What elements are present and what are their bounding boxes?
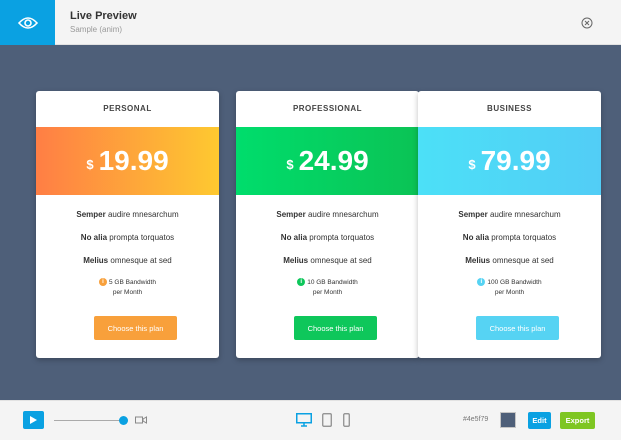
eye-icon bbox=[17, 16, 38, 29]
feature-keyword: No alia bbox=[80, 233, 108, 242]
background-color-hex: #4e5f79 bbox=[463, 416, 489, 423]
eye-button[interactable] bbox=[0, 0, 55, 45]
export-button[interactable]: Export bbox=[560, 412, 595, 429]
info-icon: i bbox=[297, 278, 306, 287]
bandwidth-period: per Month bbox=[494, 289, 525, 296]
timeline-handle[interactable] bbox=[119, 416, 128, 425]
bandwidth-info: i 10 GB Bandwidth per Month bbox=[236, 278, 419, 298]
price-banner: $19.99 bbox=[36, 127, 219, 195]
feature-text: prompta torquatos bbox=[107, 233, 175, 242]
plan-feature: Melius omnesque at sed bbox=[236, 256, 419, 265]
plan-feature: No alia prompta torquatos bbox=[418, 233, 601, 242]
bandwidth-amount: 100 GB Bandwidth bbox=[487, 279, 542, 286]
feature-text: omnesque at sed bbox=[308, 256, 372, 265]
choose-plan-button[interactable]: Choose this plan bbox=[94, 316, 177, 340]
bandwidth-amount: 5 GB Bandwidth bbox=[109, 279, 156, 286]
preview-toolbar: #4e5f79 Edit Export bbox=[0, 400, 621, 440]
header-subtitle: Sample (anim) bbox=[70, 25, 123, 34]
price-currency: $ bbox=[86, 156, 94, 172]
feature-keyword: Semper bbox=[458, 210, 488, 219]
info-icon: i bbox=[99, 278, 107, 287]
feature-keyword: No alia bbox=[280, 233, 308, 242]
price-currency: $ bbox=[468, 156, 476, 172]
phone-icon[interactable] bbox=[343, 413, 350, 427]
price-currency: $ bbox=[286, 156, 294, 172]
feature-text: omnesque at sed bbox=[490, 256, 554, 265]
play-icon bbox=[30, 416, 37, 424]
price-amount: 79.99 bbox=[480, 145, 551, 176]
plan-feature: Melius omnesque at sed bbox=[418, 256, 601, 265]
play-button[interactable] bbox=[23, 411, 44, 429]
feature-text: audire mnesarchum bbox=[105, 210, 179, 219]
tablet-icon[interactable] bbox=[322, 413, 332, 427]
plan-feature: Semper audire mnesarchum bbox=[418, 210, 601, 219]
bandwidth-info: i5 GB Bandwidth per Month bbox=[36, 278, 219, 298]
plan-name: BUSINESS bbox=[487, 104, 532, 113]
feature-text: omnesque at sed bbox=[108, 256, 172, 265]
feature-keyword: Melius bbox=[283, 256, 309, 265]
pricing-card-business: BUSINESS $79.99 Semper audire mnesarchum No… bbox=[418, 91, 601, 358]
price-amount: 19.99 bbox=[98, 145, 169, 176]
feature-keyword: No alia bbox=[462, 233, 490, 242]
feature-keyword: Melius bbox=[83, 256, 109, 265]
bandwidth-amount: 10 GB Bandwidth bbox=[307, 279, 358, 286]
feature-text: audire mnesarchum bbox=[487, 210, 561, 219]
feature-text: prompta torquatos bbox=[489, 233, 557, 242]
video-camera-icon[interactable] bbox=[135, 415, 147, 425]
bandwidth-info: i 100 GB Bandwidth per Month bbox=[418, 278, 601, 298]
edit-button[interactable]: Edit bbox=[528, 412, 551, 429]
plan-name: PERSONAL bbox=[103, 104, 152, 113]
pricing-card-professional: PROFESSIONAL $24.99 Semper audire mnesarch… bbox=[236, 91, 419, 358]
feature-keyword: Melius bbox=[465, 256, 491, 265]
feature-text: prompta torquatos bbox=[307, 233, 375, 242]
feature-keyword: Semper bbox=[276, 210, 306, 219]
plan-name: PROFESSIONAL bbox=[292, 104, 363, 113]
preview-header: Live Preview Sample (anim) bbox=[0, 0, 621, 45]
plan-feature: No alia prompta torquatos bbox=[236, 233, 419, 242]
close-circle-icon[interactable] bbox=[581, 17, 593, 29]
plan-feature: Semper audire mnesarchum bbox=[36, 210, 219, 219]
bandwidth-period: per Month bbox=[112, 289, 143, 296]
feature-keyword: Semper bbox=[76, 210, 106, 219]
pricing-card-personal: PERSONAL $19.99 Semper audire mnesarchum No… bbox=[36, 91, 219, 358]
plan-feature: Melius omnesque at sed bbox=[36, 256, 219, 265]
price-banner: $24.99 bbox=[236, 127, 419, 195]
feature-text: audire mnesarchum bbox=[305, 210, 379, 219]
info-icon: i bbox=[477, 278, 486, 287]
choose-plan-button[interactable]: Choose this plan bbox=[294, 316, 377, 340]
price-amount: 24.99 bbox=[298, 145, 369, 176]
choose-plan-button[interactable]: Choose this plan bbox=[476, 316, 559, 340]
plan-feature: Semper audire mnesarchum bbox=[236, 210, 419, 219]
price-banner: $79.99 bbox=[418, 127, 601, 195]
desktop-icon[interactable] bbox=[296, 413, 312, 427]
bandwidth-period: per Month bbox=[312, 289, 343, 296]
header-title: Live Preview bbox=[70, 10, 137, 22]
plan-feature: No alia prompta torquatos bbox=[36, 233, 219, 242]
timeline-track[interactable] bbox=[54, 420, 124, 421]
background-color-swatch[interactable] bbox=[500, 412, 516, 428]
